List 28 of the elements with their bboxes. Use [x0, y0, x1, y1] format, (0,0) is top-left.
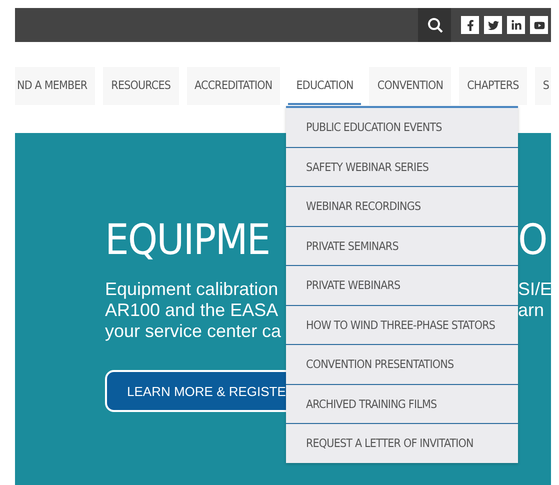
menu-item[interactable]: WEBINAR RECORDINGS — [286, 187, 518, 226]
nav-tab[interactable]: CHAPTERS — [459, 67, 527, 105]
hero-text: SI/E — [518, 279, 551, 300]
menu-item[interactable]: SAFETY WEBINAR SERIES — [286, 148, 518, 187]
nav-tab[interactable]: RESOURCES — [103, 67, 179, 105]
nav-tab[interactable]: ND A MEMBER — [15, 67, 96, 105]
facebook-icon[interactable] — [461, 16, 479, 34]
youtube-icon[interactable] — [530, 16, 548, 34]
menu-item[interactable]: PRIVATE WEBINARS — [286, 266, 518, 306]
nav-tab[interactable]: S — [534, 67, 551, 105]
twitter-icon[interactable] — [484, 16, 502, 34]
hero-title: O — [518, 215, 547, 265]
hero-text: Equipment calibration — [105, 279, 278, 300]
hero-text: your service center ca — [105, 321, 282, 342]
menu-item[interactable]: HOW TO WIND THREE-PHASE STATORS — [286, 306, 518, 345]
menu-item[interactable]: PRIVATE SEMINARS — [286, 226, 518, 266]
hero-title: EQUIPME — [105, 215, 270, 265]
linkedin-icon[interactable] — [507, 16, 525, 34]
search-button[interactable] — [418, 8, 451, 42]
menu-item[interactable]: ARCHIVED TRAINING FILMS — [286, 384, 518, 424]
search-icon — [426, 17, 442, 33]
nav-tab[interactable]: CONVENTION — [369, 67, 452, 105]
menu-item[interactable]: CONVENTION PRESENTATIONS — [286, 345, 518, 384]
hero-text: arn — [518, 300, 544, 321]
menu-item[interactable]: REQUEST A LETTER OF INVITATION — [286, 424, 518, 462]
menu-item[interactable]: PUBLIC EDUCATION EVENTS — [286, 108, 518, 148]
hero-text: AR100 and the EASA — [105, 300, 278, 321]
nav-tab[interactable]: ACCREDITATION — [186, 67, 280, 105]
